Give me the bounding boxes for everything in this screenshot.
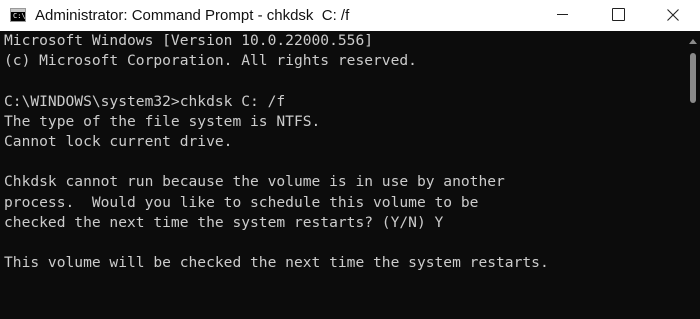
console-line: checked the next time the system restart… [4,213,444,231]
window-title: Administrator: Command Prompt - chkdsk C… [35,7,350,24]
console-line: (c) Microsoft Corporation. All rights re… [4,52,417,70]
close-button[interactable] [646,0,700,31]
minimize-icon [557,14,568,15]
console-line: The type of the file system is NTFS. [4,112,321,130]
console-line: Chkdsk cannot run because the volume is … [4,173,505,191]
console-line: Microsoft Windows [Version 10.0.22000.55… [4,32,374,49]
scrollbar-thumb[interactable] [690,53,696,103]
maximize-icon [612,8,625,21]
console-line: This volume will be checked the next tim… [4,254,549,272]
close-icon [667,9,679,21]
command-prompt-icon[interactable]: C:\ [10,8,26,22]
maximize-button[interactable] [591,0,645,31]
console-line: Cannot lock current drive. [4,132,233,150]
app-icon-label: C:\ [13,12,26,20]
console-output[interactable]: Microsoft Windows [Version 10.0.22000.55… [0,31,686,319]
minimize-button[interactable] [537,0,591,31]
vertical-scrollbar[interactable] [686,31,700,319]
console-line: C:\WINDOWS\system32>chkdsk C: /f [4,92,286,110]
console-line: process. Would you like to schedule this… [4,193,479,211]
title-bar[interactable]: C:\ Administrator: Command Prompt - chkd… [0,0,700,31]
command-prompt-window: C:\ Administrator: Command Prompt - chkd… [0,0,700,319]
scroll-up-icon[interactable] [689,39,697,44]
